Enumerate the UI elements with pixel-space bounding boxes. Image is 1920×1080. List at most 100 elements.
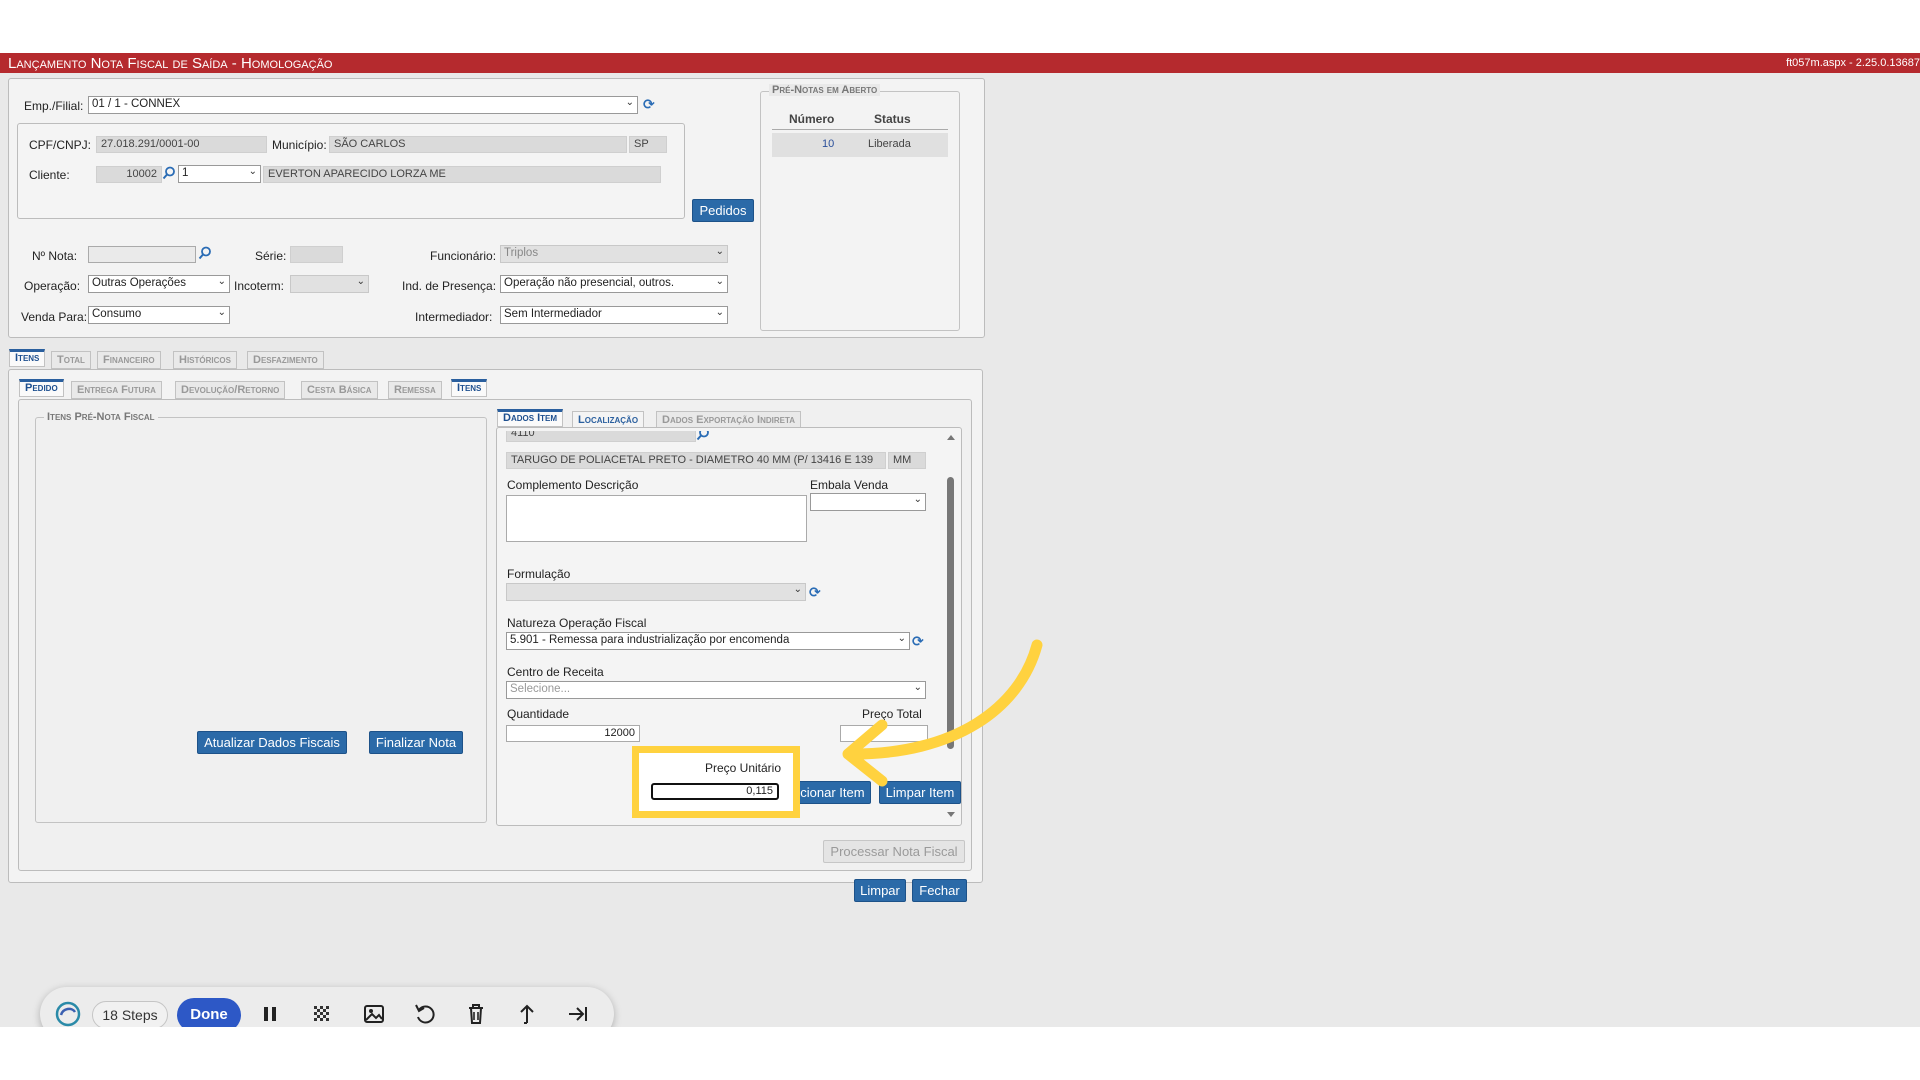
trash-icon[interactable] xyxy=(464,1002,488,1026)
prenotas-col-status: Status xyxy=(874,112,911,126)
item-unit-field[interactable]: MM xyxy=(888,452,926,469)
finalizar-nota-button[interactable]: Finalizar Nota xyxy=(369,731,463,754)
municipio-field[interactable]: SÃO CARLOS xyxy=(329,136,627,153)
cliente-label: Cliente: xyxy=(29,168,70,182)
search-icon[interactable] xyxy=(162,166,176,180)
search-icon[interactable] xyxy=(198,246,212,260)
complemento-label: Complemento Descrição xyxy=(507,478,639,492)
preco-unitario-field[interactable]: 0,115 xyxy=(651,783,779,800)
chevron-down-icon: ⌄ xyxy=(715,276,724,287)
prenota-status: Liberada xyxy=(868,138,911,150)
tab-total[interactable]: Total xyxy=(51,351,91,369)
cliente-seq-value: 1 xyxy=(182,167,189,179)
formulacao-select[interactable]: ⌄ xyxy=(506,583,806,601)
serie-field[interactable] xyxy=(290,246,343,263)
pedidos-button[interactable]: Pedidos xyxy=(692,199,754,222)
subtab-pedido[interactable]: Pedido xyxy=(19,379,64,397)
chevron-down-icon: ⌄ xyxy=(217,307,226,318)
done-button[interactable]: Done xyxy=(177,998,241,1027)
intermediador-value: Sem Intermediador xyxy=(504,308,602,320)
embala-label: Embala Venda xyxy=(810,478,889,492)
subtab-entrega-futura[interactable]: Entrega Futura xyxy=(71,381,162,399)
refresh-icon[interactable]: ⟳ xyxy=(809,585,821,599)
recorder-toolbar: 18 Steps Done xyxy=(40,987,614,1027)
chevron-down-icon: ⌄ xyxy=(248,166,257,177)
skip-to-end-icon[interactable] xyxy=(566,1002,590,1026)
itens-prenota-fieldset xyxy=(35,417,487,823)
complemento-textarea[interactable] xyxy=(506,495,807,542)
item-description-field[interactable]: TARUGO DE POLIACETAL PRETO - DIAMETRO 40… xyxy=(506,452,886,469)
numero-nota-label: Nº Nota: xyxy=(32,249,78,263)
company-label: Emp./Filial: xyxy=(24,99,84,113)
title-bar: Lançamento Nota Fiscal de Saída - Homolo… xyxy=(0,53,1920,73)
incoterm-label: Incoterm: xyxy=(234,279,285,293)
incoterm-select[interactable]: ⌄ xyxy=(290,275,369,293)
chevron-down-icon: ⌄ xyxy=(715,307,724,318)
company-value: 01 / 1 - CONNEX xyxy=(92,98,181,110)
centro-placeholder: Selecione... xyxy=(510,683,571,695)
venda-label: Venda Para: xyxy=(21,310,88,324)
chevron-down-icon: ⌄ xyxy=(356,276,365,287)
fechar-button[interactable]: Fechar xyxy=(912,879,967,902)
page-title: Lançamento Nota Fiscal de Saída - Homolo… xyxy=(8,55,333,72)
tab-itens[interactable]: Itens xyxy=(9,349,46,367)
operacao-value: Outras Operações xyxy=(92,277,186,289)
subtab-cesta-basica[interactable]: Cesta Básica xyxy=(301,381,378,399)
blur-icon[interactable] xyxy=(310,1002,334,1026)
item-code-field[interactable]: 4110 xyxy=(506,431,696,442)
processar-nota-button[interactable]: Processar Nota Fiscal xyxy=(823,840,965,863)
cliente-seq-select[interactable]: 1 ⌄ xyxy=(178,165,261,183)
subtab-itens[interactable]: Itens xyxy=(451,379,488,397)
embala-select[interactable]: ⌄ xyxy=(810,493,926,511)
operacao-select[interactable]: Outras Operações ⌄ xyxy=(88,275,230,293)
tab-historicos[interactable]: Históricos xyxy=(173,351,237,369)
version-label: ft057m.aspx - 2.25.0.13687 xyxy=(1786,57,1920,69)
subtab-devolucao[interactable]: Devolução/Retorno xyxy=(175,381,286,399)
company-select[interactable]: 01 / 1 - CONNEX ⌄ xyxy=(88,96,638,114)
tab-desfazimento[interactable]: Desfazimento xyxy=(247,351,324,369)
prenota-numero: 10 xyxy=(822,138,835,150)
steps-badge: 18 Steps xyxy=(92,1001,168,1027)
recorder-logo-icon xyxy=(55,1001,81,1027)
operacao-label: Operação: xyxy=(24,279,81,293)
refresh-icon[interactable]: ⟳ xyxy=(643,97,655,111)
chevron-down-icon: ⌄ xyxy=(625,97,634,108)
prenotas-fieldset xyxy=(760,91,960,331)
chevron-down-icon: ⌄ xyxy=(217,276,226,287)
limpar-button[interactable]: Limpar xyxy=(854,879,906,902)
natureza-value: 5.901 - Remessa para industrialização po… xyxy=(510,634,790,646)
image-icon[interactable] xyxy=(362,1002,386,1026)
arrow-annotation xyxy=(842,639,1043,787)
quantidade-field[interactable]: 12000 xyxy=(506,725,640,742)
search-icon[interactable] xyxy=(696,431,710,441)
cpf-label: CPF/CNPJ: xyxy=(29,138,92,152)
pause-icon[interactable] xyxy=(258,1002,282,1026)
funcionario-select[interactable]: Triplos ⌄ xyxy=(500,245,728,263)
cpf-field[interactable]: 27.018.291/0001-00 xyxy=(96,136,267,153)
uf-field[interactable]: SP xyxy=(629,136,667,153)
presenca-label: Ind. de Presença: xyxy=(402,279,497,293)
app-window: Lançamento Nota Fiscal de Saída - Homolo… xyxy=(0,53,1920,1027)
serie-label: Série: xyxy=(255,249,287,263)
atualizar-dados-fiscais-button[interactable]: Atualizar Dados Fiscais xyxy=(197,731,347,754)
prenotas-divider xyxy=(772,129,948,130)
cliente-code-field[interactable]: 10002 xyxy=(96,166,162,183)
funcionario-label: Funcionário: xyxy=(430,249,497,263)
presenca-select[interactable]: Operação não presencial, outros. ⌄ xyxy=(500,275,728,293)
formulacao-label: Formulação xyxy=(507,567,571,581)
tab-financeiro[interactable]: Financeiro xyxy=(97,351,161,369)
move-up-icon[interactable] xyxy=(515,1002,539,1026)
quantidade-label: Quantidade xyxy=(507,707,570,721)
table-row[interactable]: 10 Liberada xyxy=(772,133,948,157)
venda-select[interactable]: Consumo ⌄ xyxy=(88,306,230,324)
numero-nota-field[interactable] xyxy=(88,246,196,263)
cliente-name-field[interactable]: EVERTON APARECIDO LORZA ME xyxy=(263,166,661,183)
venda-value: Consumo xyxy=(92,308,142,320)
itemtab-dados-item[interactable]: Dados Item xyxy=(497,409,564,427)
undo-icon[interactable] xyxy=(413,1002,437,1026)
intermediador-select[interactable]: Sem Intermediador ⌄ xyxy=(500,306,728,324)
scroll-up-icon[interactable] xyxy=(946,433,956,441)
municipio-label: Município: xyxy=(272,138,327,152)
subtab-remessa[interactable]: Remessa xyxy=(388,381,442,399)
chevron-down-icon: ⌄ xyxy=(715,246,724,257)
